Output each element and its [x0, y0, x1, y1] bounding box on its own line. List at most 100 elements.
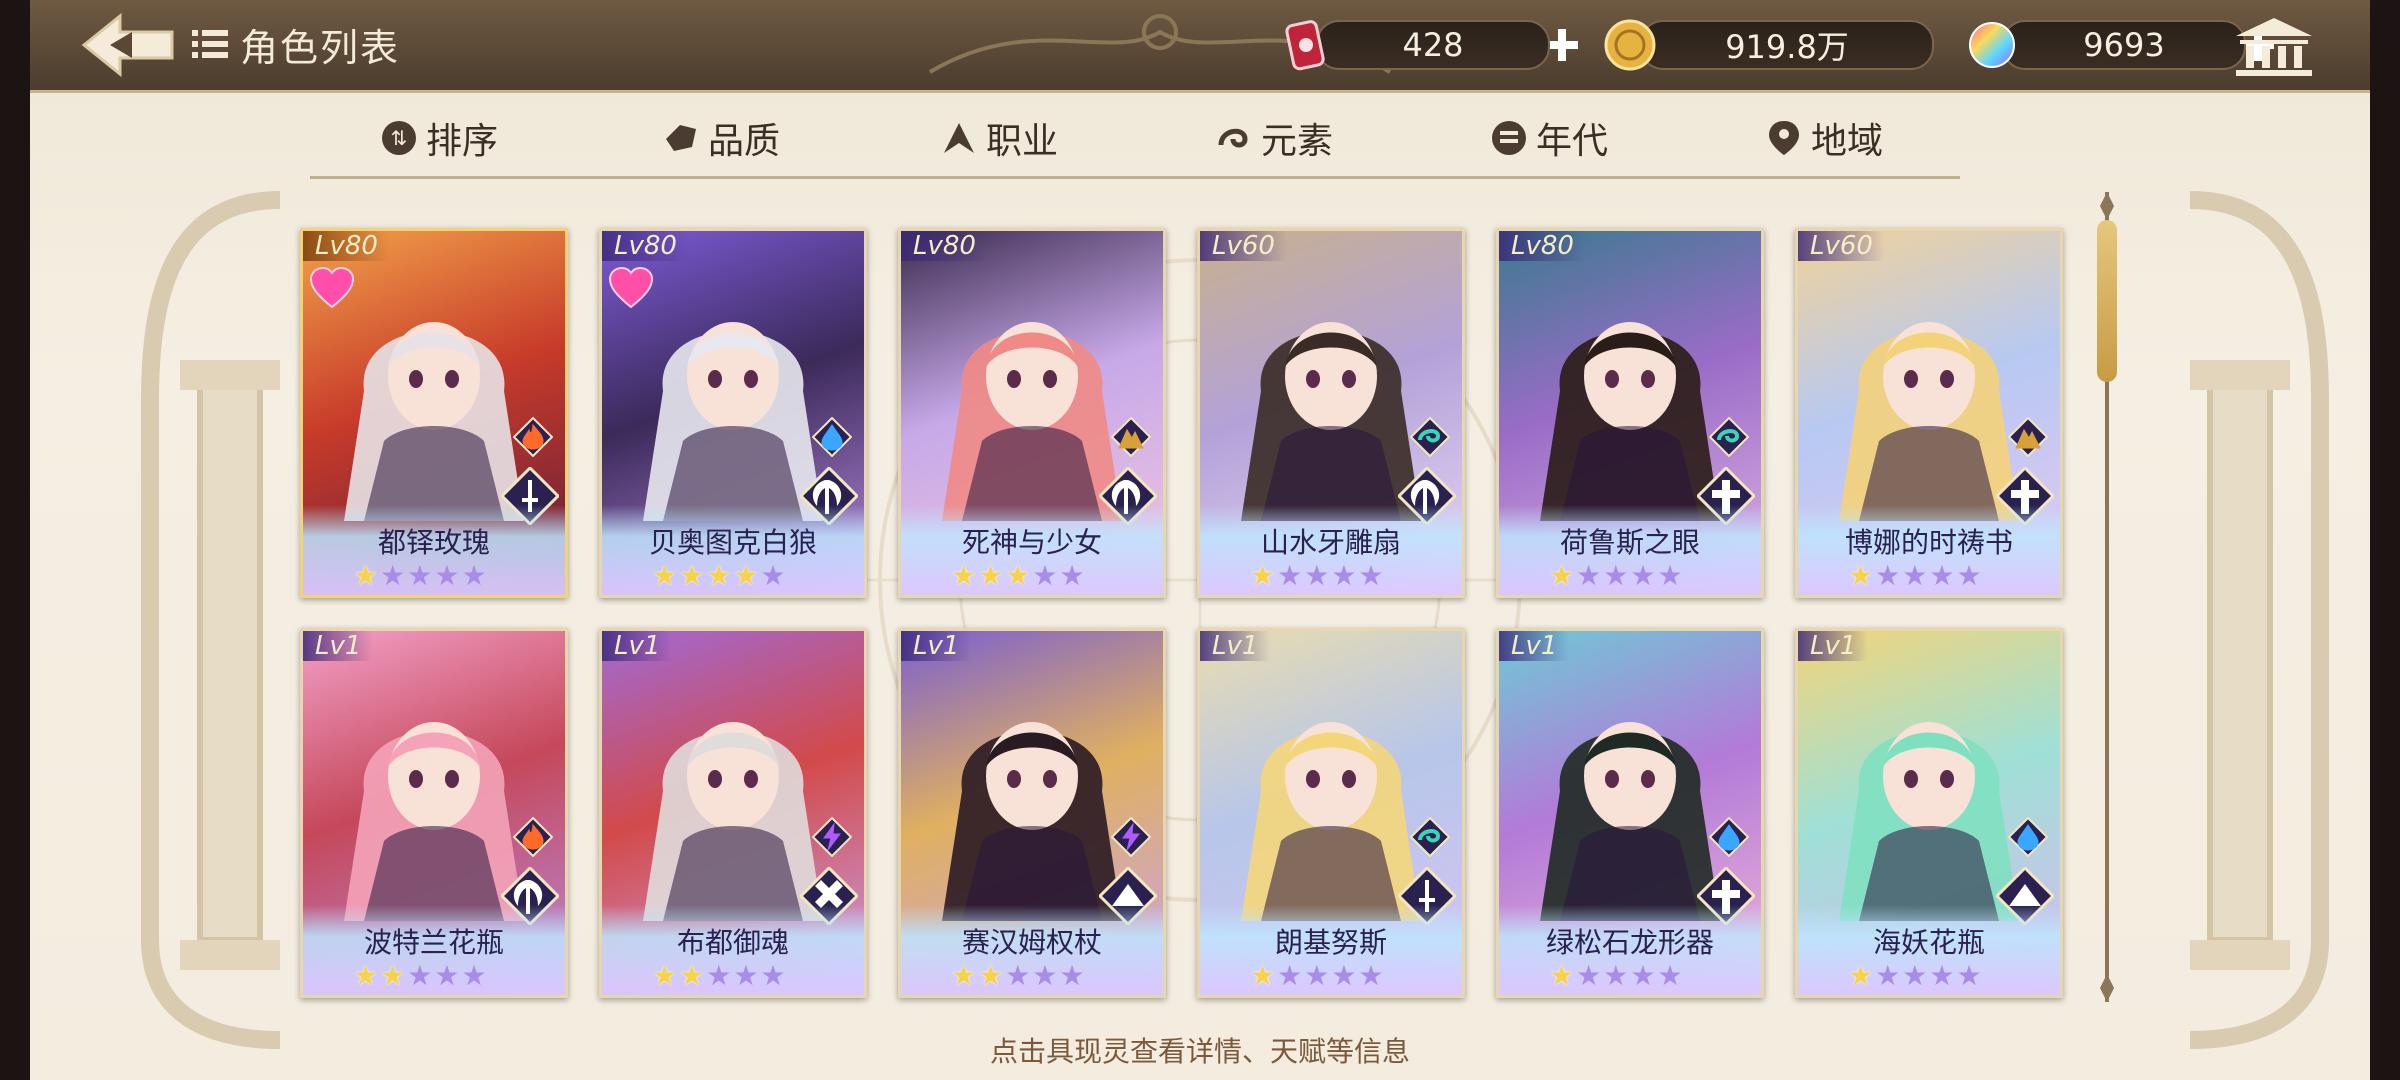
favorite-heart-icon	[608, 267, 654, 309]
tab-label: 职业	[986, 121, 1059, 162]
empty-star-icon: ★	[733, 959, 759, 992]
level-label: Lv80	[901, 231, 988, 261]
character-card[interactable]: Lv1 海妖花瓶 ★ ★ ★ ★ ★	[1795, 628, 2063, 998]
fire-element-icon	[513, 417, 553, 457]
character-card[interactable]: Lv80 死神与少女 ★ ★ ★ ★ ★	[898, 228, 1166, 598]
empty-star-icon: ★	[1358, 559, 1384, 592]
tabs-divider	[310, 176, 1960, 179]
empty-star-icon: ★	[1331, 559, 1357, 592]
gold-value: 919.8万	[1725, 28, 1849, 66]
star-rating: ★ ★ ★ ★ ★	[652, 961, 786, 991]
earth-element-icon	[1111, 417, 1151, 457]
empty-star-icon: ★	[760, 959, 786, 992]
wind-element-icon	[1410, 817, 1450, 857]
character-card[interactable]: Lv60 博娜的时祷书 ★ ★ ★ ★ ★	[1795, 228, 2063, 598]
character-name: 波特兰花瓶	[363, 926, 504, 959]
empty-star-icon: ★	[1576, 959, 1602, 992]
character-card[interactable]: Lv1 朗基努斯 ★ ★ ★ ★ ★	[1197, 628, 1465, 998]
level-label: Lv1	[1798, 631, 1869, 661]
level-label: Lv60	[1200, 231, 1287, 261]
empty-star-icon: ★	[1059, 959, 1085, 992]
filled-star-icon: ★	[1005, 559, 1031, 592]
filled-star-icon: ★	[1549, 559, 1575, 592]
empty-star-icon: ★	[1304, 559, 1330, 592]
empty-star-icon: ★	[1032, 959, 1058, 992]
star-rating: ★ ★ ★ ★ ★	[652, 561, 786, 591]
empty-star-icon: ★	[407, 959, 433, 992]
star-rating: ★ ★ ★ ★ ★	[951, 961, 1085, 991]
filled-star-icon: ★	[978, 959, 1004, 992]
filled-star-icon: ★	[353, 959, 379, 992]
empty-star-icon: ★	[1331, 959, 1357, 992]
star-rating: ★ ★ ★ ★ ★	[1848, 961, 1982, 991]
star-rating: ★ ★ ★ ★ ★	[1250, 961, 1384, 991]
character-name: 绿松石龙形器	[1545, 926, 1714, 959]
water-element-icon	[812, 417, 852, 457]
scroll-thumb[interactable]	[2097, 220, 2117, 382]
element-icon	[1218, 128, 1248, 148]
tab-sort[interactable]: ⇅ 排序	[380, 112, 498, 164]
rainbow-gem-icon	[1969, 22, 2015, 68]
right-pillar-ornament	[2189, 191, 2329, 1049]
level-label: Lv80	[602, 231, 689, 261]
back-button[interactable]	[80, 12, 176, 78]
character-card[interactable]: Lv1 布都御魂 ★ ★ ★ ★ ★	[599, 628, 867, 998]
filled-star-icon: ★	[706, 559, 732, 592]
character-card[interactable]: Lv1 绿松石龙形器 ★ ★ ★ ★ ★	[1496, 628, 1764, 998]
star-rating: ★ ★ ★ ★ ★	[951, 561, 1085, 591]
empty-star-icon: ★	[1277, 559, 1303, 592]
thunder-element-icon	[1111, 817, 1151, 857]
tab-class[interactable]: 职业	[940, 112, 1058, 164]
character-card[interactable]: Lv80 荷鲁斯之眼 ★ ★ ★ ★ ★	[1496, 228, 1764, 598]
filter-tabs: ⇅ 排序 品质 职业 元素 年代 地域	[310, 98, 1960, 184]
gold-resource: 919.8万	[1602, 18, 1934, 72]
tab-element[interactable]: 元素	[1215, 112, 1333, 164]
empty-star-icon: ★	[1032, 559, 1058, 592]
svg-text:⇅: ⇅	[391, 126, 408, 150]
character-card[interactable]: Lv1 波特兰花瓶 ★ ★ ★ ★ ★	[300, 628, 568, 998]
filled-star-icon: ★	[652, 559, 678, 592]
character-card[interactable]: Lv80 贝奥图克白狼 ★ ★ ★ ★ ★	[599, 228, 867, 598]
tab-quality[interactable]: 品质	[662, 112, 780, 164]
home-button[interactable]	[2232, 16, 2316, 78]
filled-star-icon: ★	[679, 559, 705, 592]
empty-star-icon: ★	[1358, 959, 1384, 992]
page-title: 角色列表	[240, 25, 401, 70]
empty-star-icon: ★	[407, 559, 433, 592]
thunder-element-icon	[812, 817, 852, 857]
character-name: 贝奥图克白狼	[648, 526, 817, 559]
tab-label: 元素	[1261, 121, 1334, 162]
empty-star-icon: ★	[1902, 959, 1928, 992]
level-label: Lv1	[1200, 631, 1271, 661]
character-card[interactable]: Lv60 山水牙雕扇 ★ ★ ★ ★ ★	[1197, 228, 1465, 598]
gold-coin-icon	[1604, 19, 1656, 71]
character-name: 赛汉姆权杖	[961, 926, 1102, 959]
title-group: 角色列表	[190, 18, 400, 70]
empty-star-icon: ★	[1929, 959, 1955, 992]
filled-star-icon: ★	[951, 959, 977, 992]
level-label: Lv1	[303, 631, 374, 661]
wind-element-icon	[1410, 417, 1450, 457]
tab-era[interactable]: 年代	[1490, 112, 1608, 164]
empty-star-icon: ★	[1956, 959, 1982, 992]
wind-element-icon	[1709, 417, 1749, 457]
energy-value-pill: 428	[1316, 20, 1550, 70]
filled-star-icon: ★	[652, 959, 678, 992]
empty-star-icon: ★	[1875, 559, 1901, 592]
character-card[interactable]: Lv1 赛汉姆权杖 ★ ★ ★ ★ ★	[898, 628, 1166, 998]
location-icon	[1769, 121, 1799, 155]
tab-region[interactable]: 地域	[1765, 112, 1883, 164]
empty-star-icon: ★	[1657, 559, 1683, 592]
empty-star-icon: ★	[1630, 559, 1656, 592]
level-label: Lv1	[901, 631, 972, 661]
gem-value: 9693	[2083, 26, 2165, 64]
character-name: 山水牙雕扇	[1260, 526, 1401, 559]
empty-star-icon: ★	[434, 559, 460, 592]
empty-star-icon: ★	[1657, 959, 1683, 992]
character-card[interactable]: Lv80 都铎玫瑰 ★ ★ ★ ★ ★	[300, 228, 568, 598]
tab-label: 年代	[1536, 121, 1609, 162]
tab-label: 地域	[1811, 121, 1884, 162]
filled-star-icon: ★	[1549, 959, 1575, 992]
character-name: 都铎玫瑰	[377, 526, 490, 559]
empty-star-icon: ★	[1603, 959, 1629, 992]
